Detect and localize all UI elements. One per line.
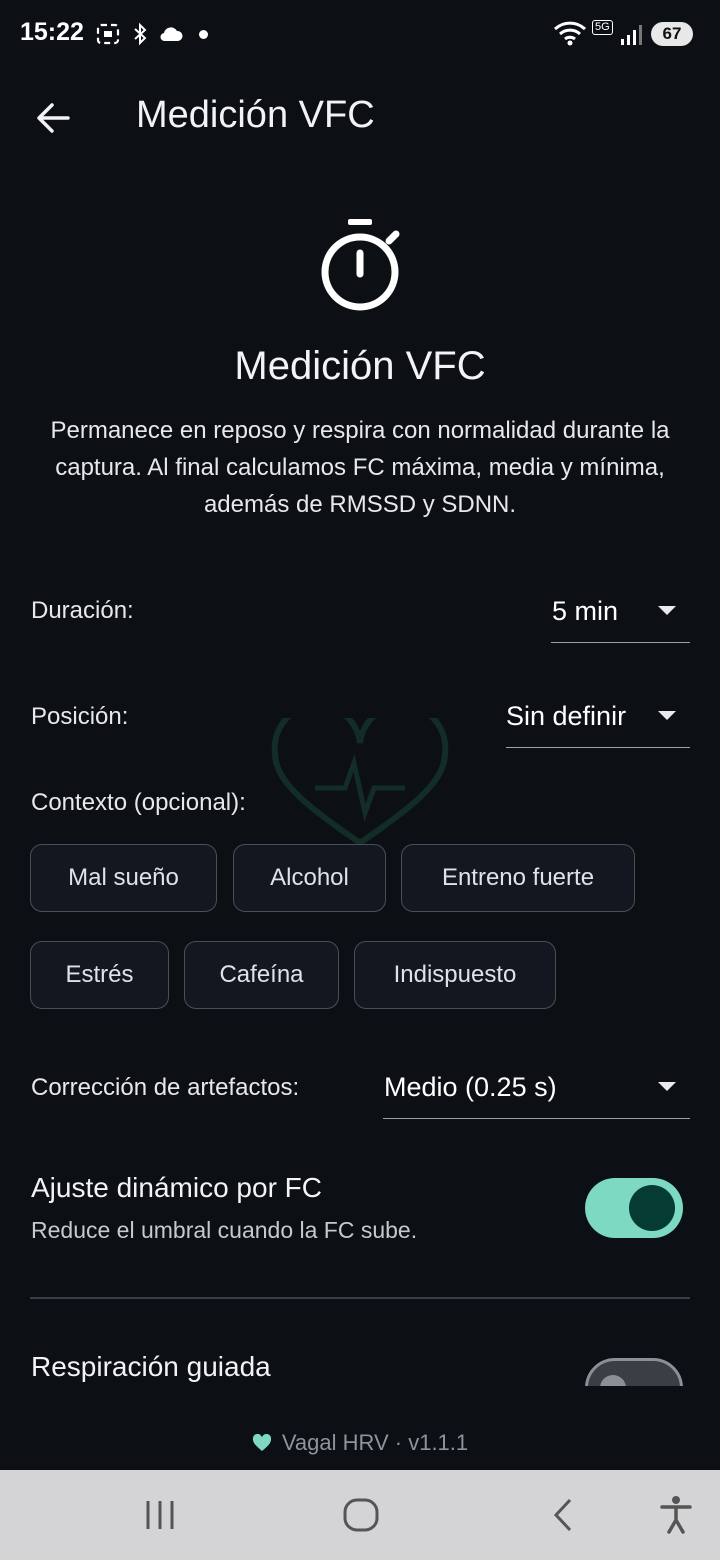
artifact-correction-label: Corrección de artefactos: [31,1074,300,1101]
position-label: Posición: [31,703,129,730]
header-title: Medición VFC [234,344,486,388]
home-icon[interactable] [342,1497,380,1538]
battery-icon: 67 [651,22,693,46]
app-version-text: Vagal HRV · v1.1.1 [281,1430,469,1455]
cloud-icon [158,24,184,49]
recent-apps-icon[interactable] [142,1498,178,1537]
accessibility-icon[interactable] [657,1494,695,1539]
screenshot-icon [95,22,121,51]
guided-breathing-switch[interactable] [585,1358,683,1386]
dynamic-adjust-title: Ajuste dinámico por FC [31,1172,323,1203]
wifi-icon [553,20,587,51]
network-type: 5G [592,20,613,35]
chip-alcohol[interactable]: Alcohol [233,844,386,912]
chip-mal-sueno[interactable]: Mal sueño [30,844,217,912]
back-icon[interactable] [548,1496,578,1539]
switch-thumb [600,1375,626,1386]
divider [30,1297,690,1299]
chevron-down-icon [658,606,676,615]
back-button[interactable] [32,96,76,140]
context-label: Contexto (opcional): [31,789,246,816]
artifact-correction-value: Medio (0.25 s) [384,1072,557,1102]
system-nav-bar [0,1470,720,1560]
app-version-footer: Vagal HRV · v1.1.1 [0,1430,720,1456]
position-dropdown[interactable]: Sin definir [506,689,690,748]
header-description: Permanece en reposo y respira con normal… [50,417,670,518]
position-value: Sin definir [506,701,627,731]
duration-label: Duración: [31,597,134,624]
chevron-down-icon [658,711,676,720]
chip-cafeina[interactable]: Cafeína [184,941,339,1009]
guided-breathing-title: Respiración guiada [31,1351,271,1382]
bluetooth-icon [131,22,149,51]
page-title: Medición VFC [136,94,375,136]
dynamic-adjust-switch[interactable] [585,1178,683,1238]
artifact-correction-dropdown[interactable]: Medio (0.25 s) [383,1060,690,1119]
heart-watermark-icon [270,702,450,853]
duration-dropdown[interactable]: 5 min [551,584,690,643]
chevron-down-icon [658,1082,676,1091]
notification-dot-icon [199,30,208,39]
switch-thumb [629,1185,675,1231]
chip-entreno-fuerte[interactable]: Entreno fuerte [401,844,635,912]
dynamic-adjust-subtitle: Reduce el umbral cuando la FC sube. [31,1217,418,1243]
status-time: 15:22 [20,18,84,46]
heart-icon [252,1433,271,1451]
duration-value: 5 min [552,596,619,626]
stopwatch-icon [316,216,404,319]
signal-icon [620,24,644,51]
chip-indispuesto[interactable]: Indispuesto [354,941,556,1009]
arrow-left-icon [37,103,70,133]
chip-estres[interactable]: Estrés [30,941,169,1009]
